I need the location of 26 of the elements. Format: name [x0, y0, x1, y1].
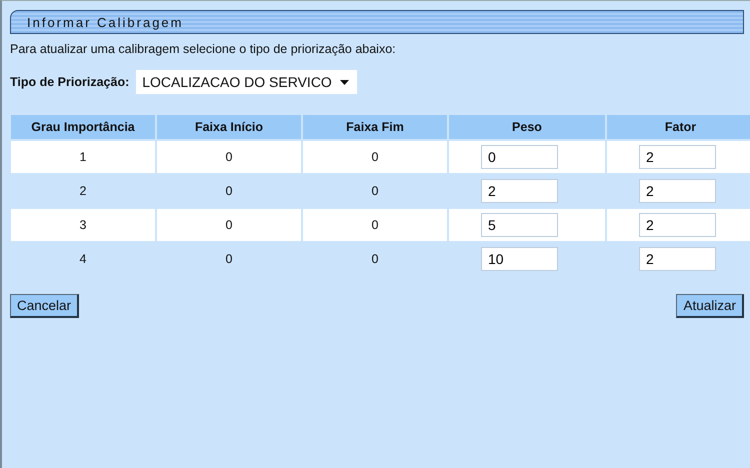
table-cell: 0 — [157, 141, 301, 173]
factor-input[interactable]: 2 — [639, 145, 716, 169]
table-cell: 3 — [11, 209, 155, 241]
column-header: Peso — [449, 115, 605, 139]
factor-input[interactable]: 2 — [639, 179, 716, 203]
instruction-text: Para atualizar uma calibragem selecione o tipo de priorização abaixo: — [10, 42, 397, 56]
caret-icon — [340, 80, 349, 84]
factor-input[interactable]: 2 — [639, 213, 716, 237]
column-header: Grau Importância — [11, 115, 155, 139]
table-cell: 0 — [303, 141, 447, 173]
cancel-button[interactable]: Cancelar — [10, 294, 80, 318]
weight-input[interactable]: 10 — [481, 247, 558, 271]
weight-input[interactable]: 2 — [481, 179, 558, 203]
column-header: Faixa Início — [157, 115, 301, 139]
column-header: Faixa Fim — [303, 115, 447, 139]
weight-input[interactable]: 0 — [481, 145, 558, 169]
priority-type-dropdown[interactable]: LOCALIZACAO DO SERVICO — [136, 70, 357, 94]
weight-input[interactable]: 5 — [481, 213, 558, 237]
factor-input[interactable]: 2 — [639, 247, 716, 271]
update-button[interactable]: Atualizar — [676, 294, 744, 318]
column-header: Fator — [607, 115, 750, 139]
table-cell: 0 — [303, 209, 447, 241]
table-cell: 1 — [11, 141, 155, 173]
window-title: Informar Calibragem — [27, 14, 184, 30]
table-cell: 0 — [157, 209, 301, 241]
priority-type-label: Tipo de Priorização: — [10, 75, 130, 89]
